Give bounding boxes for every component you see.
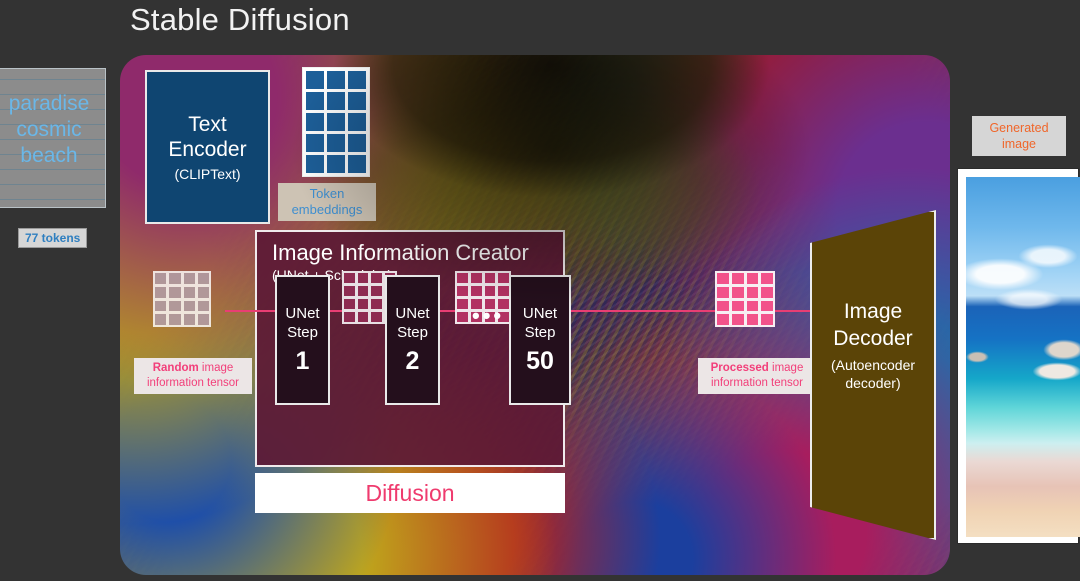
unet2-line1: UNet — [395, 305, 430, 322]
processed-tensor-emph: Processed — [710, 362, 769, 374]
diffusion-bar: Diffusion — [255, 473, 565, 513]
token-embeddings-grid — [302, 67, 370, 177]
decoder-text: Image Decoder (Autoencoder decoder) — [810, 298, 936, 392]
tokens-badge: 77 tokens — [18, 228, 88, 248]
image-decoder-node: Image Decoder (Autoencoder decoder) — [810, 210, 936, 540]
random-tensor-emph: Random — [152, 362, 199, 374]
generated-image-label: Generated image — [972, 116, 1066, 156]
decoder-sub1: (Autoencoder — [830, 357, 916, 373]
processed-tensor-label: Processed image information tensor — [698, 358, 816, 394]
random-latent-grid — [153, 271, 211, 327]
text-encoder-line2: Encoder — [168, 138, 247, 161]
unet-step-50: UNet Step 50 — [509, 275, 571, 405]
diffusion-label: Diffusion — [365, 479, 455, 506]
unet2-number: 2 — [405, 347, 420, 375]
text-encoder-subtitle: (CLIPText) — [174, 166, 241, 182]
text-encoder-line1: Text — [188, 113, 227, 136]
page-title: Stable Diffusion — [130, 2, 350, 37]
generated-beach-photo — [966, 177, 1080, 537]
ellipsis-icon: ••• — [472, 303, 505, 328]
prompt-text: paradise cosmic beach — [8, 92, 90, 167]
processed-latent-grid — [715, 271, 775, 327]
main-pipeline-panel: Text Encoder (CLIPText) Token embeddings… — [120, 55, 950, 575]
unet1-line2: Step — [287, 324, 318, 341]
unet-step-1: UNet Step 1 — [275, 275, 330, 405]
unet1-line1: UNet — [285, 305, 320, 322]
token-embeddings-label: Token embeddings — [278, 183, 376, 221]
random-tensor-label: Random image information tensor — [134, 358, 252, 394]
unet-step-2: UNet Step 2 — [385, 275, 440, 405]
diagram-canvas: Stable Diffusion paradise cosmic beach 7… — [0, 0, 1080, 581]
generated-image-frame — [957, 168, 1080, 544]
decoder-sub2: decoder) — [845, 375, 901, 391]
text-encoder-node: Text Encoder (CLIPText) — [145, 70, 270, 224]
unet50-number: 50 — [526, 347, 554, 375]
unet2-line2: Step — [397, 324, 428, 341]
unet50-line1: UNet — [522, 305, 558, 322]
unet1-number: 1 — [295, 347, 310, 375]
unet50-line2: Step — [524, 324, 556, 341]
decoder-line2: Decoder — [833, 327, 913, 350]
prompt-card: paradise cosmic beach — [0, 68, 106, 208]
decoder-line1: Image — [843, 300, 903, 323]
iic-title: Image Information Creator — [272, 240, 529, 265]
